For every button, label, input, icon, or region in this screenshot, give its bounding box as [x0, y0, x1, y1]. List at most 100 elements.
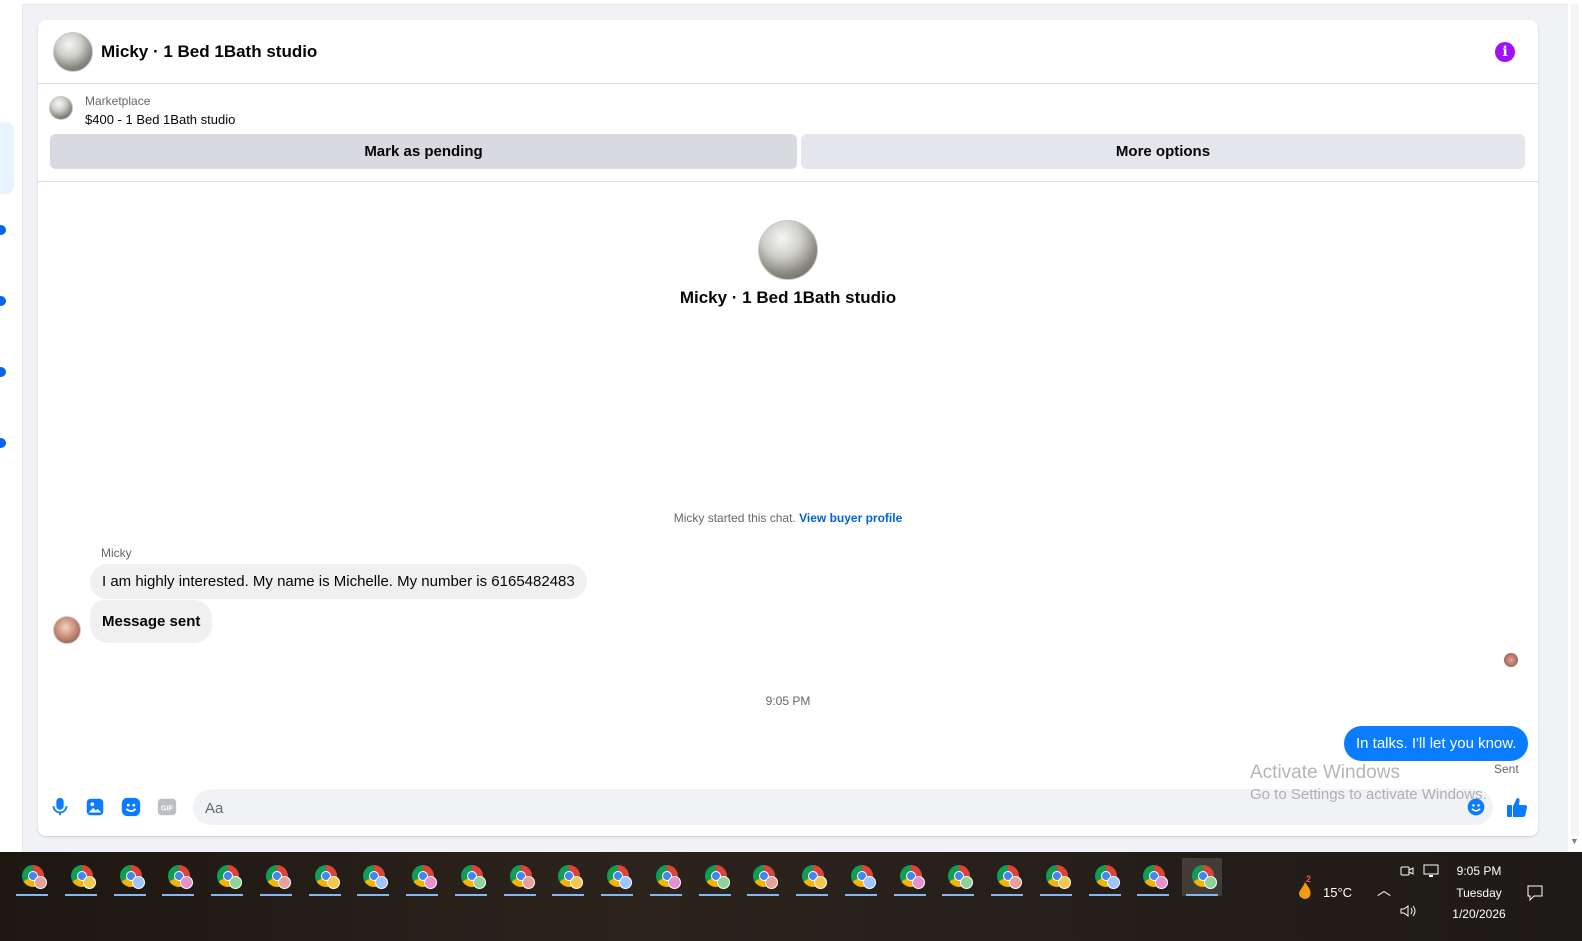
profile-badge-icon — [1106, 876, 1120, 889]
profile-badge-icon — [667, 876, 681, 889]
running-indicator — [649, 894, 682, 896]
profile-badge-icon — [82, 876, 96, 889]
taskbar-chrome-app[interactable] — [792, 858, 832, 896]
sticker-icon[interactable] — [120, 796, 142, 818]
chat-header: Micky · 1 Bed 1Bath studio i — [38, 20, 1538, 84]
contact-photo[interactable] — [758, 220, 818, 280]
clock-time[interactable]: 9:05 PM — [1448, 864, 1510, 878]
taskbar-chrome-app[interactable] — [548, 858, 588, 896]
conversation-list-edge — [0, 0, 23, 852]
running-indicator — [357, 894, 390, 896]
taskbar-chrome-app[interactable] — [207, 858, 247, 896]
taskbar-chrome-app[interactable] — [938, 858, 978, 896]
unread-dot[interactable] — [0, 367, 6, 377]
running-indicator — [211, 894, 243, 896]
taskbar-chrome-app[interactable] — [110, 858, 150, 896]
seen-avatar — [1504, 653, 1518, 667]
taskbar-chrome-app[interactable] — [743, 858, 783, 896]
incoming-message[interactable]: I am highly interested. My name is Miche… — [90, 564, 587, 599]
weather-temperature[interactable]: 15°C — [1323, 885, 1352, 900]
selected-conversation-indicator[interactable] — [0, 122, 14, 194]
chat-panel: Micky · 1 Bed 1Bath studio i Marketplace… — [38, 20, 1538, 836]
listing-avatar[interactable] — [53, 32, 93, 72]
unread-dot[interactable] — [0, 296, 6, 306]
taskbar-chrome-app[interactable] — [61, 858, 101, 896]
listing-item-text[interactable]: $400 - 1 Bed 1Bath studio — [85, 112, 235, 127]
running-indicator — [942, 894, 975, 896]
taskbar-chrome-app[interactable] — [500, 858, 540, 896]
clock-date[interactable]: 1/20/2026 — [1444, 907, 1514, 921]
scroll-down-arrow-icon[interactable]: ▼ — [1570, 836, 1579, 846]
taskbar-chrome-app[interactable] — [695, 858, 735, 896]
weather-icon[interactable]: 2 — [1296, 874, 1314, 902]
taskbar-chrome-app[interactable] — [12, 858, 52, 896]
gif-icon[interactable]: GIF — [156, 796, 178, 818]
taskbar-chrome-app[interactable] — [890, 858, 930, 896]
info-icon[interactable]: i — [1495, 42, 1515, 62]
notification-icon[interactable] — [1526, 884, 1544, 902]
weather-badge: 2 — [1306, 874, 1312, 884]
taskbar-chrome-app[interactable] — [402, 858, 442, 896]
taskbar-chrome-app[interactable] — [158, 858, 198, 896]
running-indicator — [698, 894, 731, 896]
chat-started-text: Micky started this chat. — [673, 511, 796, 525]
volume-icon[interactable] — [1400, 904, 1416, 918]
taskbar-chrome-app[interactable] — [1133, 858, 1173, 896]
marketplace-label: Marketplace — [85, 94, 151, 108]
sent-status: Sent — [1494, 762, 1519, 776]
listing-thumbnail[interactable] — [49, 96, 73, 120]
taskbar-chrome-app[interactable] — [1182, 858, 1222, 896]
taskbar-chrome-app[interactable] — [841, 858, 881, 896]
contact-name: Micky · 1 Bed 1Bath studio — [679, 288, 897, 307]
running-indicator — [64, 894, 97, 896]
tray-chevron-up-icon[interactable]: ︿ — [1377, 880, 1391, 900]
running-indicator — [747, 894, 780, 896]
view-buyer-profile-link[interactable]: View buyer profile — [799, 511, 902, 525]
profile-badge-icon — [131, 876, 145, 889]
network-icon[interactable] — [1423, 864, 1439, 878]
profile-badge-icon — [716, 876, 730, 889]
marketplace-listing-bar: Marketplace $400 - 1 Bed 1Bath studio Ma… — [38, 84, 1538, 182]
taskbar-chrome-app[interactable] — [597, 858, 637, 896]
taskbar-chrome-app[interactable] — [353, 858, 393, 896]
taskbar-chrome-app[interactable] — [305, 858, 345, 896]
running-indicator — [796, 894, 828, 896]
running-indicator — [601, 894, 633, 896]
running-indicator — [844, 894, 877, 896]
thumbs-up-icon[interactable] — [1505, 795, 1529, 819]
unread-dot[interactable] — [0, 225, 6, 235]
photo-icon[interactable] — [84, 796, 106, 818]
profile-badge-icon — [960, 876, 974, 889]
outgoing-message[interactable]: In talks. I'll let you know. — [1344, 726, 1529, 761]
taskbar-chrome-app[interactable] — [256, 858, 296, 896]
more-options-button[interactable]: More options — [801, 134, 1525, 169]
profile-badge-icon — [619, 876, 632, 889]
clock-day[interactable]: Tuesday — [1448, 886, 1510, 900]
taskbar-chrome-app[interactable] — [1036, 858, 1076, 896]
taskbar-chrome-app[interactable] — [987, 858, 1027, 896]
microphone-icon[interactable] — [49, 796, 71, 818]
page-scrollbar[interactable]: ▼ — [1568, 0, 1582, 852]
mark-as-pending-button[interactable]: Mark as pending — [50, 134, 797, 169]
running-indicator — [16, 894, 48, 896]
windows-taskbar: 2 15°C ︿ 9:05 PM Tuesday 1/20/2026 — [0, 852, 1582, 941]
profile-badge-icon — [862, 876, 876, 889]
running-indicator — [162, 894, 195, 896]
scrollbar-thumb[interactable] — [1571, 4, 1579, 836]
profile-badge-icon — [765, 876, 779, 889]
profile-badge-icon — [229, 876, 242, 889]
profile-badge-icon — [326, 876, 340, 889]
chat-title[interactable]: Micky · 1 Bed 1Bath studio — [101, 42, 317, 62]
sender-avatar[interactable] — [53, 616, 81, 644]
meet-now-icon[interactable] — [1400, 864, 1414, 878]
profile-badge-icon — [570, 876, 584, 889]
taskbar-chrome-app[interactable] — [1085, 858, 1125, 896]
incoming-message[interactable]: Message sent — [90, 600, 213, 643]
taskbar-chrome-app[interactable] — [646, 858, 686, 896]
unread-dot[interactable] — [0, 438, 6, 448]
taskbar-chrome-app[interactable] — [451, 858, 491, 896]
profile-badge-icon — [814, 876, 827, 889]
running-indicator — [259, 894, 292, 896]
chat-started-notice: Micky started this chat. View buyer prof… — [38, 511, 1538, 525]
profile-badge-icon — [521, 876, 535, 889]
